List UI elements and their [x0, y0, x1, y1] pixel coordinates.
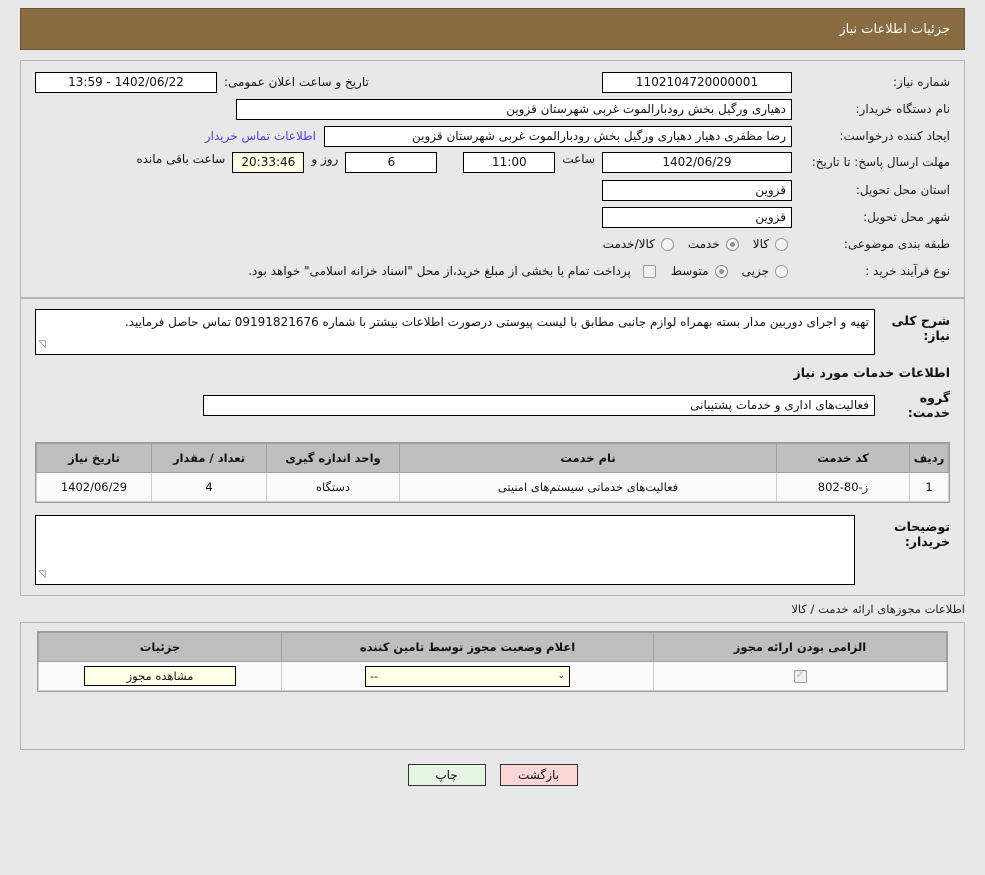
services-table: ردیف کد خدمت نام خدمت واحد اندازه گیری تعداد…	[36, 443, 949, 502]
service-group-label: گروه خدمت:	[907, 390, 950, 420]
category-radio-label-0: کالا	[752, 237, 769, 251]
countdown-timer-value: 20:33:46	[232, 152, 305, 173]
buyer-org-value: دهیاری ورگیل بخش رودبارالموت غربی شهرستا…	[236, 98, 792, 120]
row-category: طبقه بندی موضوعی: کالا خدمت کالا/خدمت	[35, 233, 950, 255]
deadline-date-value: 1402/06/29	[602, 152, 792, 173]
buyer-notes-textarea[interactable]: ◸	[35, 515, 855, 585]
permit-required-checkbox	[793, 668, 807, 683]
services-col-header-5: تاریخ نیاز	[36, 443, 152, 473]
permits-table-header-row: الزامی بودن ارائه مجوز اعلام وضعیت مجوز ت…	[38, 632, 947, 662]
permit-status-select[interactable]: ⌄ --	[365, 665, 570, 687]
buyer-notes-label: توضیحات خریدار:	[894, 519, 950, 549]
service-group-value: فعالیت‌های اداری و خدمات پشتیبانی	[203, 394, 875, 416]
services-cell-3: دستگاه	[266, 472, 400, 502]
services-cell-4: 4	[151, 472, 267, 502]
row-city: شهر محل تحویل: قزوین	[35, 206, 950, 228]
general-description-label: شرح کلی نیاز:	[891, 313, 950, 343]
creator-label: ایجاد کننده درخواست:	[839, 129, 950, 143]
row-creator: ایجاد کننده درخواست: رضا مظفری دهیار دهی…	[35, 125, 950, 147]
permits-col-header-2: جزئیات	[38, 632, 282, 662]
general-description-text: تهیه و اجرای دوربین مدار بسته بهمراه لوا…	[124, 315, 869, 329]
city-label: شهر محل تحویل:	[863, 210, 950, 224]
category-radio-group: کالا خدمت کالا/خدمت	[593, 237, 792, 251]
process-radio-label-0: جزیی	[741, 264, 769, 278]
table-row: 1 ز-80-802 فعالیت‌های خدماتی سیستم‌های امن…	[36, 472, 949, 502]
permits-outer-title: اطلاعات مجوزهای ارائه خدمت / کالا	[791, 602, 965, 616]
back-button[interactable]: بازگشت	[499, 764, 578, 786]
process-radio-0[interactable]	[775, 264, 788, 278]
process-radio-group: جزیی متوسط	[661, 264, 792, 278]
need-number-label: شماره نیاز:	[893, 75, 950, 89]
announce-datetime-label: تاریخ و ساعت اعلان عمومی:	[224, 75, 369, 89]
row-need-number: شماره نیاز: 1102104720000001 تاریخ و ساع…	[35, 71, 950, 93]
description-panel: شرح کلی نیاز: تهیه و اجرای دوربین مدار ب…	[20, 298, 965, 596]
row-process-type: نوع فرآیند خرید : جزیی متوسط پرداخت تمام …	[35, 260, 950, 282]
services-cell-1: ز-80-802	[776, 472, 910, 502]
services-col-header-4: تعداد / مقدار	[151, 443, 267, 473]
process-type-label: نوع فرآیند خرید :	[865, 264, 950, 278]
buyer-org-label: نام دستگاه خریدار:	[855, 102, 951, 116]
province-label: استان محل تحویل:	[855, 183, 950, 197]
resize-grip-icon[interactable]: ◸	[38, 336, 46, 354]
category-radio-label-1: خدمت	[687, 237, 720, 251]
general-description-textarea[interactable]: تهیه و اجرای دوربین مدار بسته بهمراه لوا…	[35, 309, 875, 355]
chevron-down-icon: ⌄	[557, 671, 565, 681]
permit-status-value: --	[370, 669, 378, 683]
services-col-header-0: ردیف	[909, 443, 949, 473]
permits-col-header-0: الزامی بودن ارائه مجوز	[653, 632, 947, 662]
permit-required-cell	[653, 661, 947, 691]
permits-table-wrapper: الزامی بودن ارائه مجوز اعلام وضعیت مجوز ت…	[37, 631, 948, 692]
permits-panel: الزامی بودن ارائه مجوز اعلام وضعیت مجوز ت…	[20, 622, 965, 750]
permit-detail-cell: مشاهده مجوز	[38, 661, 282, 691]
row-deadline: مهلت ارسال پاسخ: تا تاریخ: 1402/06/29 سا…	[35, 152, 950, 174]
remaining-hours-label: ساعت باقی مانده	[136, 152, 226, 166]
permits-table-body: ⌄ -- مشاهده مجوز	[38, 661, 947, 691]
print-button[interactable]: چاپ	[407, 764, 486, 786]
permit-status-cell: ⌄ --	[281, 661, 654, 691]
resize-grip-icon-2[interactable]: ◸	[38, 566, 46, 584]
category-radio-2[interactable]	[660, 237, 674, 251]
permits-col-header-1: اعلام وضعیت مجوز توسط تامین کننده	[281, 632, 654, 662]
category-radio-1[interactable]	[725, 237, 739, 251]
services-cell-2: فعالیت‌های خدماتی سیستم‌های امنیتی	[399, 472, 777, 502]
view-permit-button[interactable]: مشاهده مجوز	[84, 666, 236, 686]
footer-buttons: بازگشت چاپ	[0, 764, 985, 786]
services-col-header-1: کد خدمت	[776, 443, 910, 473]
buyer-contact-link[interactable]: اطلاعات تماس خریدار	[197, 129, 324, 143]
page-title: جزئیات اطلاعات نیاز	[20, 8, 965, 50]
hour-label: ساعت	[562, 152, 595, 166]
services-cell-5: 1402/06/29	[36, 472, 152, 502]
category-label: طبقه بندی موضوعی:	[843, 237, 950, 251]
days-label: روز و	[311, 152, 339, 166]
row-buyer-org: نام دستگاه خریدار: دهیاری ورگیل بخش رودب…	[35, 98, 950, 120]
services-col-header-2: نام خدمت	[399, 443, 777, 473]
services-col-header-3: واحد اندازه گیری	[266, 443, 400, 473]
process-radio-label-1: متوسط	[670, 264, 709, 278]
table-row: ⌄ -- مشاهده مجوز	[38, 661, 947, 691]
services-table-body: 1 ز-80-802 فعالیت‌های خدماتی سیستم‌های امن…	[36, 472, 949, 502]
category-radio-label-2: کالا/خدمت	[602, 237, 655, 251]
row-province: استان محل تحویل: قزوین	[35, 179, 950, 201]
permits-table: الزامی بودن ارائه مجوز اعلام وضعیت مجوز ت…	[38, 632, 947, 691]
need-info-panel: شماره نیاز: 1102104720000001 تاریخ و ساع…	[20, 60, 965, 298]
announce-datetime-value: 1402/06/22 - 13:59	[35, 71, 217, 93]
category-radio-0[interactable]	[775, 237, 788, 251]
treasury-bond-note: پرداخت تمام یا بخشی از مبلغ خرید،از محل …	[248, 264, 631, 278]
deadline-hour-value: 11:00	[463, 152, 556, 173]
services-cell-0: 1	[909, 472, 949, 502]
services-section-title: اطلاعات خدمات مورد نیاز	[793, 365, 951, 380]
treasury-bond-checkbox[interactable]	[642, 264, 656, 278]
services-table-wrapper: ردیف کد خدمت نام خدمت واحد اندازه گیری تعداد…	[35, 442, 950, 503]
city-value: قزوین	[602, 206, 792, 228]
creator-value: رضا مظفری دهیار دهیاری ورگیل بخش رودبارا…	[324, 125, 792, 147]
province-value: قزوین	[602, 179, 792, 201]
remaining-days-value: 6	[345, 152, 438, 173]
services-table-header-row: ردیف کد خدمت نام خدمت واحد اندازه گیری تعداد…	[36, 443, 949, 473]
deadline-label: مهلت ارسال پاسخ: تا تاریخ:	[811, 155, 950, 169]
need-number-value: 1102104720000001	[602, 71, 792, 93]
process-radio-1[interactable]	[714, 264, 728, 278]
